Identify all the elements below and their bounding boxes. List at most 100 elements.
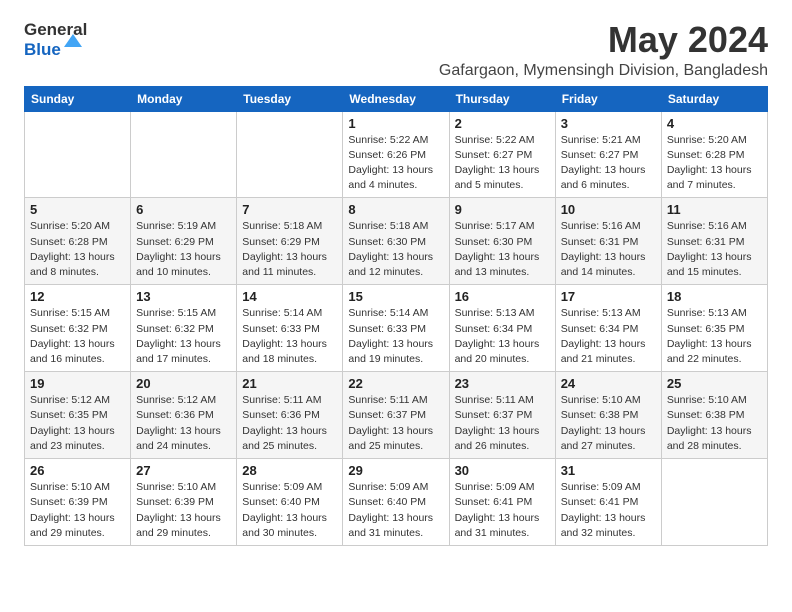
day-number: 21 <box>242 376 337 391</box>
day-number: 26 <box>30 463 125 478</box>
day-number: 14 <box>242 289 337 304</box>
day-number: 9 <box>455 202 550 217</box>
calendar-day-10: 10 Sunrise: 5:16 AMSunset: 6:31 PMDayligh… <box>555 198 661 285</box>
day-info: Sunrise: 5:14 AMSunset: 6:33 PMDaylight:… <box>242 306 337 367</box>
calendar-day-26: 26 Sunrise: 5:10 AMSunset: 6:39 PMDayligh… <box>25 459 131 546</box>
logo: General Blue <box>24 20 87 60</box>
calendar-day-2: 2Sunrise: 5:22 AMSunset: 6:27 PMDaylight… <box>449 111 555 198</box>
day-info: Sunrise: 5:10 AMSunset: 6:39 PMDaylight:… <box>136 480 231 541</box>
calendar-day-7: 7 Sunrise: 5:18 AMSunset: 6:29 PMDaylight… <box>237 198 343 285</box>
day-info: Sunrise: 5:11 AMSunset: 6:36 PMDaylight:… <box>242 393 337 454</box>
day-number: 8 <box>348 202 443 217</box>
day-info: Sunrise: 5:20 AMSunset: 6:28 PMDaylight:… <box>667 133 762 194</box>
day-info: Sunrise: 5:12 AMSunset: 6:35 PMDaylight:… <box>30 393 125 454</box>
calendar-table: SundayMondayTuesdayWednesdayThursdayFrid… <box>24 86 768 546</box>
day-number: 28 <box>242 463 337 478</box>
day-info: Sunrise: 5:19 AMSunset: 6:29 PMDaylight:… <box>136 219 231 280</box>
calendar-day-22: 22 Sunrise: 5:11 AMSunset: 6:37 PMDayligh… <box>343 372 449 459</box>
day-info: Sunrise: 5:11 AMSunset: 6:37 PMDaylight:… <box>348 393 443 454</box>
header: General Blue May 2024 Gafargaon, Mymensi… <box>24 20 768 80</box>
day-number: 25 <box>667 376 762 391</box>
title-block: May 2024 Gafargaon, Mymensingh Division,… <box>439 20 768 80</box>
day-info: Sunrise: 5:15 AMSunset: 6:32 PMDaylight:… <box>30 306 125 367</box>
weekday-header-friday: Friday <box>555 86 661 111</box>
day-info: Sunrise: 5:09 AMSunset: 6:41 PMDaylight:… <box>561 480 656 541</box>
calendar-day-21: 21 Sunrise: 5:11 AMSunset: 6:36 PMDayligh… <box>237 372 343 459</box>
calendar-day-12: 12 Sunrise: 5:15 AMSunset: 6:32 PMDayligh… <box>25 285 131 372</box>
calendar-day-18: 18 Sunrise: 5:13 AMSunset: 6:35 PMDayligh… <box>661 285 767 372</box>
day-number: 23 <box>455 376 550 391</box>
day-info: Sunrise: 5:21 AMSunset: 6:27 PMDaylight:… <box>561 133 656 194</box>
logo-triangle-icon <box>64 34 82 47</box>
calendar-day-14: 14 Sunrise: 5:14 AMSunset: 6:33 PMDayligh… <box>237 285 343 372</box>
calendar-day-19: 19 Sunrise: 5:12 AMSunset: 6:35 PMDayligh… <box>25 372 131 459</box>
day-info: Sunrise: 5:16 AMSunset: 6:31 PMDaylight:… <box>561 219 656 280</box>
calendar-day-1: 1 Sunrise: 5:22 AMSunset: 6:26 PMDaylight… <box>343 111 449 198</box>
day-number: 15 <box>348 289 443 304</box>
day-number: 10 <box>561 202 656 217</box>
day-info: Sunrise: 5:13 AMSunset: 6:34 PMDaylight:… <box>455 306 550 367</box>
weekday-header-monday: Monday <box>131 86 237 111</box>
calendar-day-17: 17Sunrise: 5:13 AMSunset: 6:34 PMDayligh… <box>555 285 661 372</box>
calendar-day-15: 15 Sunrise: 5:14 AMSunset: 6:33 PMDayligh… <box>343 285 449 372</box>
day-number: 6 <box>136 202 231 217</box>
day-number: 27 <box>136 463 231 478</box>
calendar-day-4: 4 Sunrise: 5:20 AMSunset: 6:28 PMDaylight… <box>661 111 767 198</box>
logo-line2: Blue <box>24 40 87 60</box>
empty-cell <box>25 111 131 198</box>
day-number: 29 <box>348 463 443 478</box>
day-info: Sunrise: 5:09 AMSunset: 6:40 PMDaylight:… <box>242 480 337 541</box>
weekday-header-wednesday: Wednesday <box>343 86 449 111</box>
day-info: Sunrise: 5:14 AMSunset: 6:33 PMDaylight:… <box>348 306 443 367</box>
day-info: Sunrise: 5:18 AMSunset: 6:29 PMDaylight:… <box>242 219 337 280</box>
day-number: 22 <box>348 376 443 391</box>
day-number: 4 <box>667 116 762 131</box>
day-info: Sunrise: 5:10 AMSunset: 6:38 PMDaylight:… <box>667 393 762 454</box>
calendar-day-13: 13 Sunrise: 5:15 AMSunset: 6:32 PMDayligh… <box>131 285 237 372</box>
calendar-day-8: 8 Sunrise: 5:18 AMSunset: 6:30 PMDaylight… <box>343 198 449 285</box>
calendar-week-row: 12 Sunrise: 5:15 AMSunset: 6:32 PMDayligh… <box>25 285 768 372</box>
weekday-header-thursday: Thursday <box>449 86 555 111</box>
day-number: 2 <box>455 116 550 131</box>
day-number: 20 <box>136 376 231 391</box>
calendar-day-24: 24Sunrise: 5:10 AMSunset: 6:38 PMDayligh… <box>555 372 661 459</box>
calendar-day-16: 16 Sunrise: 5:13 AMSunset: 6:34 PMDayligh… <box>449 285 555 372</box>
day-info: Sunrise: 5:18 AMSunset: 6:30 PMDaylight:… <box>348 219 443 280</box>
main-title: May 2024 <box>439 20 768 60</box>
day-number: 17 <box>561 289 656 304</box>
calendar-week-row: 26 Sunrise: 5:10 AMSunset: 6:39 PMDayligh… <box>25 459 768 546</box>
day-info: Sunrise: 5:13 AMSunset: 6:35 PMDaylight:… <box>667 306 762 367</box>
day-number: 16 <box>455 289 550 304</box>
day-number: 7 <box>242 202 337 217</box>
calendar-day-31: 31 Sunrise: 5:09 AMSunset: 6:41 PMDayligh… <box>555 459 661 546</box>
calendar-day-29: 29 Sunrise: 5:09 AMSunset: 6:40 PMDayligh… <box>343 459 449 546</box>
day-number: 18 <box>667 289 762 304</box>
calendar-week-row: 19 Sunrise: 5:12 AMSunset: 6:35 PMDayligh… <box>25 372 768 459</box>
weekday-header-row: SundayMondayTuesdayWednesdayThursdayFrid… <box>25 86 768 111</box>
day-number: 3 <box>561 116 656 131</box>
calendar-day-9: 9 Sunrise: 5:17 AMSunset: 6:30 PMDaylight… <box>449 198 555 285</box>
day-number: 11 <box>667 202 762 217</box>
calendar-day-5: 5 Sunrise: 5:20 AMSunset: 6:28 PMDaylight… <box>25 198 131 285</box>
day-info: Sunrise: 5:17 AMSunset: 6:30 PMDaylight:… <box>455 219 550 280</box>
calendar-day-3: 3 Sunrise: 5:21 AMSunset: 6:27 PMDaylight… <box>555 111 661 198</box>
day-number: 31 <box>561 463 656 478</box>
calendar-day-6: 6 Sunrise: 5:19 AMSunset: 6:29 PMDaylight… <box>131 198 237 285</box>
calendar-day-20: 20Sunrise: 5:12 AMSunset: 6:36 PMDayligh… <box>131 372 237 459</box>
subtitle: Gafargaon, Mymensingh Division, Banglade… <box>439 62 768 80</box>
day-number: 13 <box>136 289 231 304</box>
day-info: Sunrise: 5:10 AMSunset: 6:39 PMDaylight:… <box>30 480 125 541</box>
weekday-header-saturday: Saturday <box>661 86 767 111</box>
day-number: 1 <box>348 116 443 131</box>
day-info: Sunrise: 5:10 AMSunset: 6:38 PMDaylight:… <box>561 393 656 454</box>
day-info: Sunrise: 5:20 AMSunset: 6:28 PMDaylight:… <box>30 219 125 280</box>
day-info: Sunrise: 5:15 AMSunset: 6:32 PMDaylight:… <box>136 306 231 367</box>
empty-cell <box>131 111 237 198</box>
day-info: Sunrise: 5:22 AMSunset: 6:26 PMDaylight:… <box>348 133 443 194</box>
day-number: 12 <box>30 289 125 304</box>
day-number: 19 <box>30 376 125 391</box>
calendar-day-25: 25 Sunrise: 5:10 AMSunset: 6:38 PMDayligh… <box>661 372 767 459</box>
day-info: Sunrise: 5:09 AMSunset: 6:40 PMDaylight:… <box>348 480 443 541</box>
day-number: 5 <box>30 202 125 217</box>
weekday-header-tuesday: Tuesday <box>237 86 343 111</box>
